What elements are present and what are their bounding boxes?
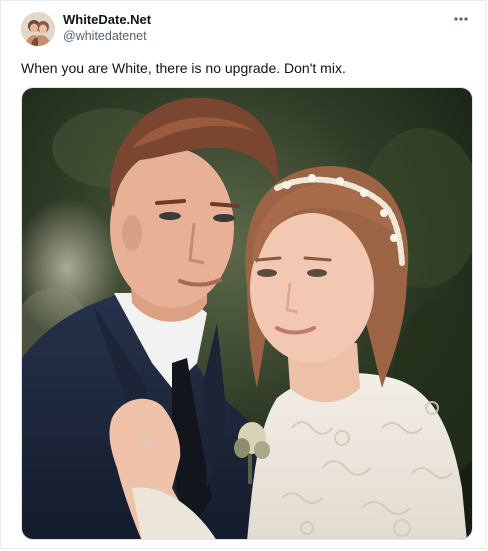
author-display-name[interactable]: WhiteDate.Net [63,12,151,28]
wedding-couple-photo-icon [22,88,472,539]
more-options-button[interactable] [449,11,473,27]
tweet-card: WhiteDate.Net @whitedatenet When you are… [0,0,486,549]
avatar[interactable] [21,12,55,46]
more-options-icon [454,17,468,21]
tweet-author: WhiteDate.Net @whitedatenet [63,12,151,45]
author-handle[interactable]: @whitedatenet [63,28,151,45]
avatar-photo-icon [21,12,55,46]
tweet-media[interactable] [21,87,473,540]
tweet-text: When you are White, there is no upgrade.… [21,60,346,76]
